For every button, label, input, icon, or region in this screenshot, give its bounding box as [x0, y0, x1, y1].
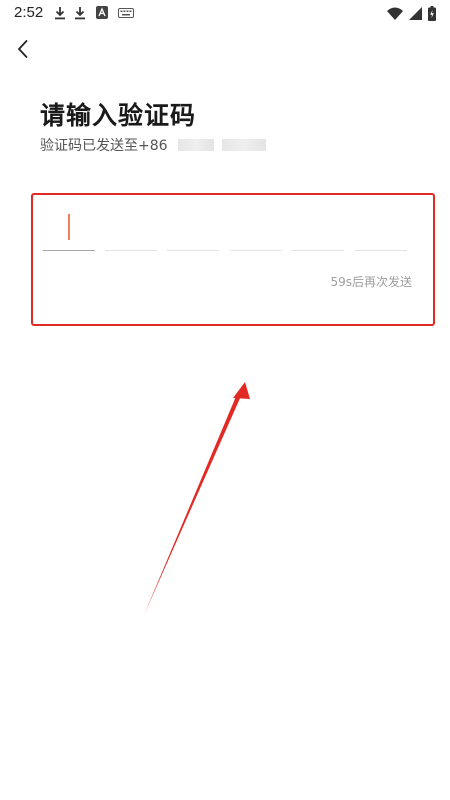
- code-digit-slot-6[interactable]: [355, 250, 407, 251]
- masked-phone-part-1: [177, 139, 214, 151]
- code-digit-slot-1[interactable]: [43, 250, 95, 251]
- highlight-box: [31, 193, 435, 326]
- status-bar: 2:52: [0, 0, 450, 26]
- code-digit-slot-4[interactable]: [230, 250, 282, 251]
- resend-countdown: 59s后再次发送: [330, 275, 412, 289]
- masked-phone-part-2: [221, 139, 266, 151]
- battery-charging-icon: [428, 5, 436, 21]
- page-title: 请输入验证码: [40, 101, 197, 130]
- text-cursor: [68, 214, 70, 240]
- keyboard-icon: [118, 8, 134, 18]
- back-button[interactable]: [14, 38, 34, 60]
- app-store-icon: [96, 6, 108, 19]
- code-digit-slot-5[interactable]: [292, 250, 344, 251]
- signal-icon: [409, 6, 422, 20]
- code-sent-notice: 验证码已发送至+86: [40, 135, 266, 155]
- status-right: [387, 4, 436, 22]
- wifi-icon: [387, 7, 403, 20]
- code-sent-text: 验证码已发送至+86: [40, 138, 168, 154]
- chevron-left-icon: [18, 40, 28, 58]
- code-digit-slot-3[interactable]: [167, 250, 219, 251]
- download-icon: [75, 7, 85, 20]
- status-time: 2:52: [14, 4, 44, 21]
- download-icon: [55, 7, 65, 20]
- code-digit-slot-2[interactable]: [105, 250, 157, 251]
